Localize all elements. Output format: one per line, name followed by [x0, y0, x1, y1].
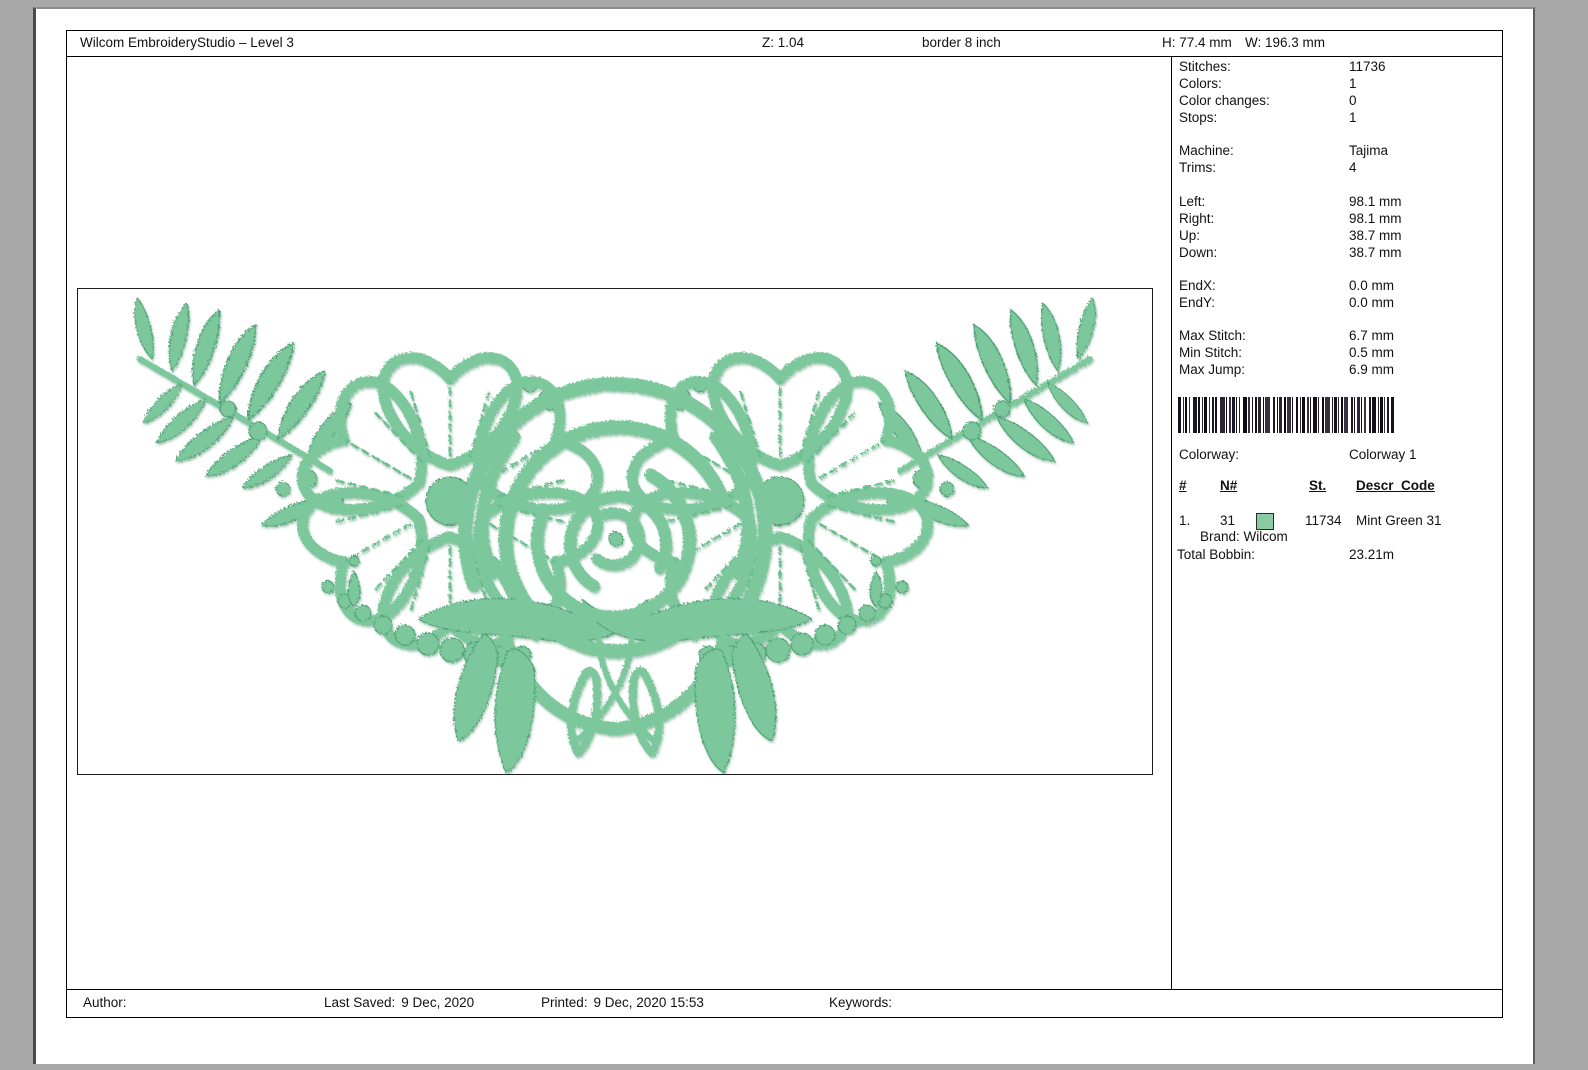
stat-max-jump: Max Jump: 6.9 mm	[1179, 362, 1395, 377]
stat-right: Right: 98.1 mm	[1179, 211, 1402, 226]
keywords-field: Keywords:	[829, 995, 893, 1010]
thread-swatch	[1256, 513, 1274, 530]
stat-endx: EndX: 0.0 mm	[1179, 278, 1395, 293]
design-height: H: 77.4 mm	[1162, 35, 1232, 50]
design-info-panel: Stitches: 11736 Colors: 1 Color changes: 0 …	[1171, 57, 1502, 989]
stat-stitches: Stitches: 11736	[1179, 59, 1386, 74]
stat-up: Up: 38.7 mm	[1179, 228, 1402, 243]
main-region: Stitches: 11736 Colors: 1 Color changes: 0 …	[67, 57, 1502, 989]
stat-color-changes: Color changes: 0	[1179, 93, 1357, 108]
design-barcode	[1178, 397, 1466, 433]
stat-machine: Machine: Tajima	[1179, 143, 1389, 158]
document-frame: Wilcom EmbroideryStudio – Level 3 Z: 1.0…	[66, 30, 1503, 1018]
print-preview-page: Wilcom EmbroideryStudio – Level 3 Z: 1.0…	[33, 7, 1535, 1064]
stat-down: Down: 38.7 mm	[1179, 245, 1402, 260]
author-field: Author:	[83, 995, 127, 1010]
design-area	[67, 57, 1171, 989]
colorway-row: Colorway: Colorway 1	[1179, 447, 1417, 462]
stat-left: Left: 98.1 mm	[1179, 194, 1402, 209]
stat-stops: Stops: 1	[1179, 110, 1357, 125]
design-boundary	[77, 288, 1153, 775]
last-saved-field: Last Saved: 9 Dec, 2020	[324, 995, 475, 1010]
design-svg	[78, 289, 1152, 774]
app-title: Wilcom EmbroideryStudio – Level 3	[80, 35, 294, 50]
thread-brand: Brand: Wilcom	[1200, 529, 1288, 544]
stat-max-stitch: Max Stitch: 6.7 mm	[1179, 328, 1395, 343]
total-bobbin-row: Total Bobbin: 23.21m	[1177, 547, 1395, 562]
stat-min-stitch: Min Stitch: 0.5 mm	[1179, 345, 1395, 360]
thread-table-row: 1. 31 11734 Mint Green 31	[1179, 513, 1442, 530]
footer-bar: Author: Last Saved: 9 Dec, 2020 Printed: 9…	[67, 989, 1502, 1017]
stat-trims: Trims: 4	[1179, 160, 1357, 175]
printed-field: Printed: 9 Dec, 2020 15:53	[541, 995, 704, 1010]
zoom-level: Z: 1.04	[762, 35, 805, 50]
design-name: border 8 inch	[922, 35, 1001, 50]
thread-table-header: # N# St. Descr_Code	[1179, 478, 1435, 493]
stat-endy: EndY: 0.0 mm	[1179, 295, 1395, 310]
design-width: W: 196.3 mm	[1245, 35, 1326, 50]
header-bar: Wilcom EmbroideryStudio – Level 3 Z: 1.0…	[67, 31, 1502, 57]
stat-colors: Colors: 1	[1179, 76, 1357, 91]
